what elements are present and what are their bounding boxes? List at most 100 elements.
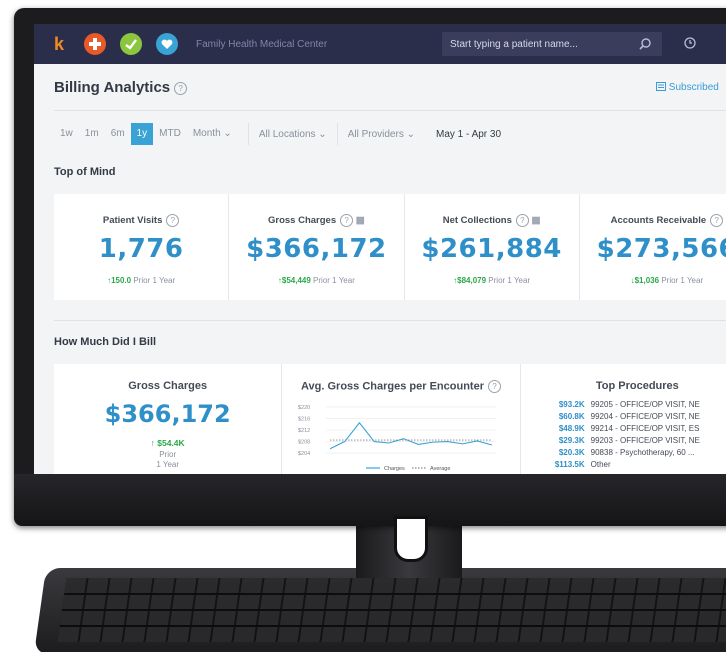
avg-charges-label-text: Avg. Gross Charges per Encounter [301, 380, 484, 393]
help-icon[interactable]: ? [487, 380, 501, 393]
kpi-delta-value: $84,079 [457, 276, 487, 285]
procedure-desc: 99205 - OFFICE/OP VISIT, NE [590, 400, 700, 409]
kpi-prior: Prior 1 Year [488, 276, 531, 285]
kpi-value: $261,884 [421, 234, 562, 264]
help-icon[interactable]: ? [515, 214, 529, 227]
help-icon[interactable]: ? [710, 214, 724, 227]
gross-charges-label: Gross Charges [128, 380, 208, 392]
range-month[interactable]: Month ⌄ [187, 123, 238, 145]
subscribed-button[interactable]: Subscribed [656, 82, 719, 93]
legend-label: Average [430, 466, 450, 472]
subscribed-label: Subscribed [668, 82, 719, 93]
range-mtd[interactable]: MTD [153, 123, 187, 145]
page-title-text: Billing Analytics [54, 79, 171, 96]
kpi-value: $273,566 [596, 234, 726, 264]
avg-charges-card[interactable]: Avg. Gross Charges per Encounter? $220 $2… [282, 364, 521, 474]
procedure-row[interactable]: $93.2K 99205 - OFFICE/OP VISIT, NE [541, 400, 700, 409]
range-6m[interactable]: 6m [105, 123, 131, 145]
history-icon[interactable] [682, 36, 698, 52]
divider [54, 320, 726, 321]
chevron-down-icon: ⌄ [406, 128, 415, 140]
kpi-label: Net Collections? ▩ [405, 214, 579, 227]
locations-dropdown[interactable]: All Locations ⌄ [259, 129, 327, 140]
kpi-label-text: Net Collections [442, 215, 512, 227]
kpi-card-gross-charges[interactable]: Gross Charges? ▩ $366,172 ↑$54,449 Prior… [229, 194, 405, 300]
kpi-cards: Patient Visits? 1,776 ↑150.0 Prior 1 Yea… [54, 194, 726, 300]
top-navigation-bar: k Family Health Medical Center [34, 24, 726, 64]
procedure-row[interactable]: $113.5K Other [541, 460, 611, 469]
kareo-logo-icon[interactable]: k [48, 33, 70, 55]
y-tick-label: $208 [298, 440, 310, 446]
range-1w[interactable]: 1w [54, 123, 79, 145]
avg-charges-chart: $220 $216 $212 $208 $204 Charges Average [298, 405, 497, 472]
kpi-label-text: Patient Visits [102, 215, 163, 227]
range-1m[interactable]: 1m [79, 123, 105, 145]
procedure-desc: 99214 - OFFICE/OP VISIT, ES [590, 424, 700, 433]
kpi-card-net-collections[interactable]: Net Collections? ▩ $261,884 ↑$84,079 Pri… [405, 194, 580, 300]
divider [247, 123, 249, 145]
kpi-label-text: Accounts Receivable [610, 215, 707, 227]
locations-label: All Locations [258, 128, 316, 140]
kpi-delta: ↑$84,079 Prior 1 Year [405, 276, 579, 285]
top-procedures-label: Top Procedures [595, 380, 679, 392]
monitor-chin [14, 474, 726, 526]
patient-search [442, 32, 662, 56]
kpi-delta-value: 150.0 [111, 276, 132, 285]
divider [336, 123, 338, 145]
billing-cards: Gross Charges $366,172 ↑ $54.4K Prior 1 … [54, 364, 726, 474]
stand-cable-hole [394, 516, 428, 562]
heart-chat-icon[interactable] [156, 33, 178, 55]
procedure-desc: 99203 - OFFICE/OP VISIT, NE [590, 436, 700, 445]
gross-delta-value: $54.4K [157, 438, 185, 448]
gross-charges-card[interactable]: Gross Charges $366,172 ↑ $54.4K Prior 1 … [54, 364, 283, 474]
kpi-label: Patient Visits? [54, 214, 228, 227]
help-icon[interactable]: ? [340, 214, 354, 227]
help-icon[interactable]: ? [174, 81, 188, 95]
kpi-card-accounts-receivable[interactable]: Accounts Receivable? $273,566 ↓$1,036 Pr… [580, 194, 726, 300]
page-title: Billing Analytics? [54, 79, 188, 96]
gross-charges-delta: ↑ $54.4K [54, 438, 281, 448]
medical-cross-icon[interactable] [84, 33, 106, 55]
kpi-prior: Prior 1 Year [661, 276, 704, 285]
monitor-scene: k Family Health Medical Center Start typ… [0, 0, 726, 652]
chart-icon[interactable]: ▩ [532, 215, 541, 226]
section-title-top-of-mind: Top of Mind [54, 166, 116, 178]
y-tick-label: $204 [298, 451, 310, 457]
kpi-value: 1,776 [98, 234, 184, 264]
gross-charges-value: $366,172 [104, 400, 231, 428]
procedure-amount: $48.9K [558, 424, 585, 433]
chevron-down-icon: ⌄ [318, 128, 327, 140]
providers-dropdown[interactable]: All Providers ⌄ [348, 129, 415, 140]
kpi-delta-value: $1,036 [634, 276, 660, 285]
kpi-prior: Prior 1 Year [313, 276, 355, 285]
help-icon[interactable]: ? [166, 214, 180, 227]
procedure-row[interactable]: $29.3K 99203 - OFFICE/OP VISIT, NE [541, 436, 700, 445]
y-tick-label: $216 [298, 416, 310, 422]
avg-charges-label: Avg. Gross Charges per Encounter? [282, 380, 519, 393]
top-procedures-card[interactable]: Top Procedures $93.2K 99205 - OFFICE/OP V… [520, 364, 726, 474]
procedure-desc: Other [590, 460, 611, 469]
search-icon[interactable] [638, 37, 652, 51]
procedure-row[interactable]: $48.9K 99214 - OFFICE/OP VISIT, ES [541, 424, 700, 433]
kpi-delta: ↑150.0 Prior 1 Year [54, 276, 228, 285]
legend-label: Charges [384, 466, 405, 472]
procedure-row[interactable]: $20.3K 90838 - Psychotherapy, 60 ... [541, 448, 695, 457]
y-tick-label: $212 [298, 428, 310, 434]
organization-name: Family Health Medical Center [196, 38, 328, 50]
series-line-charges [330, 421, 493, 450]
kpi-card-patient-visits[interactable]: Patient Visits? 1,776 ↑150.0 Prior 1 Yea… [54, 194, 230, 300]
procedure-amount: $20.3K [558, 448, 585, 457]
check-leaf-icon[interactable] [120, 33, 142, 55]
patient-search-input[interactable] [442, 37, 632, 51]
chevron-down-icon: ⌄ [223, 128, 232, 139]
range-1y[interactable]: 1y [130, 123, 154, 145]
chart-icon[interactable]: ▩ [356, 215, 365, 226]
date-range[interactable]: May 1 - Apr 30 [436, 129, 501, 140]
procedure-desc: 90838 - Psychotherapy, 60 ... [590, 448, 695, 457]
procedure-amount: $93.2K [558, 400, 585, 409]
section-title-how-much: How Much Did I Bill [54, 336, 157, 348]
procedure-row[interactable]: $60.8K 99204 - OFFICE/OP VISIT, NE [541, 412, 700, 421]
procedure-amount: $113.5K [554, 460, 585, 469]
procedure-desc: 99204 - OFFICE/OP VISIT, NE [590, 412, 700, 421]
